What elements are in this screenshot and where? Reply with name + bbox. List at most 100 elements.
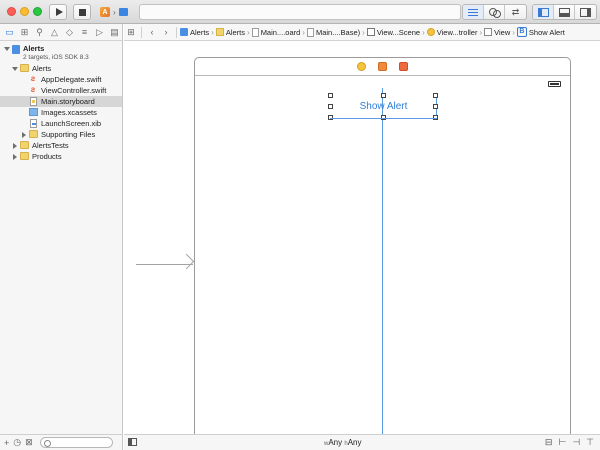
folder-icon: [215, 28, 224, 36]
scheme-selector[interactable]: A ›: [97, 4, 135, 20]
breadcrumb-separator-icon: ›: [512, 27, 515, 37]
xcode-project-icon: [180, 28, 188, 36]
breadcrumb-view-controller[interactable]: View...troller: [426, 27, 478, 37]
show-alert-button-selection[interactable]: Show Alert: [328, 93, 438, 120]
disclosure-open-icon[interactable]: [4, 47, 10, 51]
resize-handle-top-left[interactable]: [328, 93, 333, 98]
stop-button[interactable]: [73, 4, 91, 20]
breadcrumb-project[interactable]: Alerts: [180, 28, 209, 37]
assistant-editor-icon: [489, 8, 501, 18]
standard-editor-button[interactable]: [463, 5, 484, 19]
breadcrumb-label: Main....Base): [315, 27, 361, 37]
xcode-project-icon: [12, 45, 20, 54]
related-items-button[interactable]: ⊞: [124, 27, 138, 38]
tree-item-label: Images.xcassets: [41, 108, 97, 117]
tree-row-appdelegate[interactable]: ƨ AppDelegate.swift: [0, 74, 122, 85]
resize-handle-left[interactable]: [328, 104, 333, 109]
tree-row-images-xcassets[interactable]: Images.xcassets: [0, 107, 122, 118]
issue-navigator-tab[interactable]: △: [48, 26, 61, 39]
breadcrumb-view[interactable]: View: [484, 28, 510, 37]
folder-icon: [29, 130, 38, 138]
breadcrumb-group[interactable]: Alerts: [215, 27, 246, 37]
version-editor-icon: ⇄: [511, 6, 520, 17]
warning-icon: △: [51, 26, 58, 37]
minimize-window-button[interactable]: [20, 7, 29, 16]
document-outline-toggle-icon[interactable]: [128, 438, 137, 446]
debug-navigator-tab[interactable]: ≡: [78, 26, 91, 39]
tree-row-alerts-tests[interactable]: AlertsTests: [0, 140, 122, 151]
resize-handle-right[interactable]: [433, 104, 438, 109]
button-icon: B: [516, 27, 527, 37]
breadcrumb-storyboard[interactable]: Main....oard: [251, 27, 300, 37]
layout-tools: ⊟ ⊢ ⊣ ⊤: [545, 437, 594, 448]
breadcrumb-label: View: [494, 27, 511, 37]
swift-file-icon: ƨ: [30, 85, 36, 94]
tree-row-viewcontroller[interactable]: ƨ ViewController.swift: [0, 85, 122, 96]
breadcrumb-label: Alerts: [225, 27, 246, 37]
symbol-navigator-tab[interactable]: ⊞: [18, 26, 31, 39]
disclosure-closed-icon[interactable]: [22, 132, 26, 138]
grid-icon: ⊞: [127, 26, 135, 37]
test-diamond-icon: ◇: [66, 26, 73, 37]
version-editor-button[interactable]: ⇄: [505, 5, 526, 19]
tree-item-label: LaunchScreen.xib: [41, 119, 102, 128]
close-window-button[interactable]: [7, 7, 16, 16]
tree-row-project[interactable]: Alerts 2 targets, iOS SDK 8.3: [0, 43, 122, 63]
breadcrumb-separator-icon: ›: [362, 27, 365, 37]
add-icon[interactable]: +: [4, 438, 9, 448]
size-class-control[interactable]: wAny hAny: [324, 438, 362, 447]
disclosure-closed-icon[interactable]: [13, 154, 17, 160]
baseline-guide: [330, 118, 437, 119]
view-controller-scene[interactable]: Show Alert: [194, 57, 571, 434]
tree-row-products[interactable]: Products: [0, 151, 122, 162]
align-icon[interactable]: ⊢: [558, 437, 566, 448]
navigator-filter-bar: + ◷ ⊠: [0, 434, 123, 450]
tree-row-main-storyboard[interactable]: Main.storyboard: [0, 96, 122, 107]
tree-row-supporting-files[interactable]: Supporting Files: [0, 129, 122, 140]
breadcrumb-label: View...troller: [436, 27, 478, 37]
navigator-pane-icon: [537, 7, 549, 17]
toggle-navigator-button[interactable]: [533, 5, 554, 19]
go-forward-button[interactable]: ›: [159, 27, 173, 37]
zoom-window-button[interactable]: [33, 7, 42, 16]
resolve-issues-icon[interactable]: ⊤: [586, 437, 594, 448]
asset-catalog-icon: [29, 108, 38, 116]
disclosure-open-icon[interactable]: [12, 67, 18, 71]
test-navigator-tab[interactable]: ◇: [63, 26, 76, 39]
disclosure-closed-icon[interactable]: [13, 143, 17, 149]
navigator-filter-input[interactable]: [39, 437, 113, 448]
editor-mode-control: ⇄: [462, 4, 527, 20]
recent-files-icon[interactable]: ◷: [13, 437, 21, 448]
assistant-editor-button[interactable]: [484, 5, 505, 19]
size-class-width: Any: [328, 438, 343, 447]
toggle-debug-area-button[interactable]: [554, 5, 575, 19]
resize-handle-top[interactable]: [381, 93, 386, 98]
breakpoint-icon: ▷: [96, 26, 103, 37]
source-control-filter-icon[interactable]: ⊠: [25, 437, 33, 448]
breadcrumb-storyboard-base[interactable]: Main....Base): [306, 27, 361, 37]
storyboard-canvas[interactable]: Show Alert: [124, 42, 600, 434]
pin-icon[interactable]: ⊣: [572, 437, 580, 448]
run-button[interactable]: [49, 4, 67, 20]
exit-icon[interactable]: [399, 62, 408, 71]
project-navigator: ▭ ⊞ ⚲ △ ◇ ≡ ▷ ▤ Alerts 2 targets, iOS SD…: [0, 24, 123, 450]
stack-icon[interactable]: ⊟: [545, 437, 553, 448]
first-responder-icon[interactable]: [378, 62, 387, 71]
find-navigator-tab[interactable]: ⚲: [33, 26, 46, 39]
resize-handle-top-right[interactable]: [433, 93, 438, 98]
view-controller-icon[interactable]: [357, 62, 366, 71]
view-icon: [484, 28, 493, 36]
tree-item-label: Products: [32, 152, 62, 161]
toggle-utilities-button[interactable]: [575, 5, 596, 19]
breadcrumb-button[interactable]: B Show Alert: [516, 27, 565, 37]
breakpoint-navigator-tab[interactable]: ▷: [93, 26, 106, 39]
storyboard-file-icon: [306, 27, 314, 37]
go-back-button[interactable]: ‹: [145, 27, 159, 37]
report-navigator-tab[interactable]: ▤: [108, 26, 121, 39]
tree-row-launchscreen[interactable]: LaunchScreen.xib: [0, 118, 122, 129]
storyboard-file-icon: [251, 27, 259, 37]
breadcrumb-scene[interactable]: View...Scene: [366, 28, 420, 37]
tree-row-group-alerts[interactable]: Alerts: [0, 63, 122, 74]
jump-bar: ⊞ ‹ › Alerts › Alerts › Main....oard › M…: [124, 24, 600, 41]
project-navigator-tab[interactable]: ▭: [3, 26, 16, 39]
